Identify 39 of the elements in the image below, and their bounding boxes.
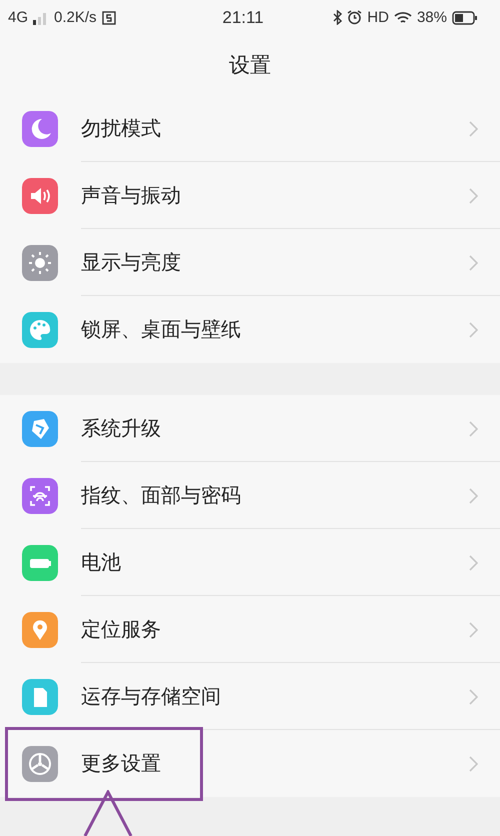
settings-item[interactable]: 勿扰模式 xyxy=(0,95,500,162)
alarm-icon xyxy=(347,10,362,25)
bluetooth-icon xyxy=(333,10,342,25)
chevron-icon xyxy=(469,254,478,270)
network-type: 4G xyxy=(8,9,28,26)
chevron-icon xyxy=(469,120,478,136)
moon-icon xyxy=(22,110,58,146)
battery-icon xyxy=(452,10,478,24)
settings-item[interactable]: 定位服务 xyxy=(0,596,500,663)
chevron-icon xyxy=(469,688,478,704)
chevron-icon xyxy=(469,488,478,504)
page-title: 设置 xyxy=(229,52,271,79)
settings-item[interactable]: 声音与振动 xyxy=(0,162,500,229)
chevron-icon xyxy=(469,188,478,204)
sun-icon xyxy=(22,244,58,280)
battery-percent: 38% xyxy=(416,9,447,26)
settings-item[interactable]: 锁屏、桌面与壁纸 xyxy=(0,296,500,363)
settings-item[interactable]: 系统升级 xyxy=(0,395,500,462)
settings-item[interactable]: 指纹、面部与密码 xyxy=(0,462,500,529)
settings-item[interactable]: 电池 xyxy=(0,529,500,596)
chevron-icon xyxy=(469,622,478,638)
clock-time: 21:11 xyxy=(222,8,264,28)
memory-card-icon xyxy=(22,678,58,714)
settings-item[interactable]: 运存与存储空间 xyxy=(0,663,500,730)
settings-item[interactable]: 显示与亮度 xyxy=(0,229,500,296)
settings-item[interactable]: 更多设置 xyxy=(0,730,500,797)
chevron-icon xyxy=(469,756,478,772)
wifi-icon xyxy=(394,10,412,24)
chevron-icon xyxy=(469,322,478,338)
chevron-icon xyxy=(469,420,478,436)
fingerprint-icon xyxy=(22,478,58,514)
battery-icon xyxy=(22,544,58,580)
location-pin-icon xyxy=(22,612,58,648)
chevron-icon xyxy=(469,554,478,570)
notification-icon xyxy=(102,10,116,24)
network-speed: 0.2K/s xyxy=(54,9,97,26)
hd-indicator: HD xyxy=(367,9,389,26)
palette-icon xyxy=(22,312,58,348)
speaker-icon xyxy=(22,178,58,214)
